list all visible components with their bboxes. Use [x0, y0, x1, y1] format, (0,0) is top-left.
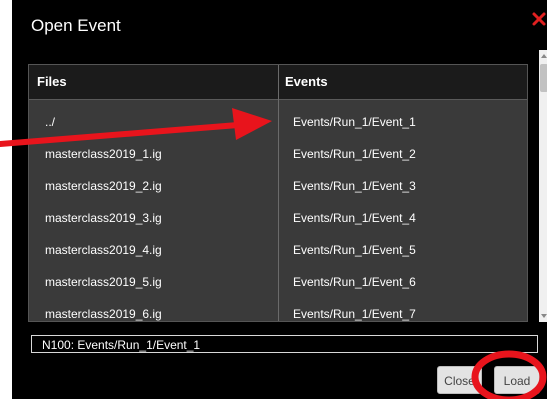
event-cell[interactable]: Events/Run_1/Event_1 — [293, 106, 416, 138]
table-row[interactable]: ../ Events/Run_1/Event_1 — [29, 106, 527, 138]
load-button[interactable]: Load — [494, 366, 540, 394]
file-cell[interactable]: ../ — [45, 106, 55, 138]
table-row[interactable]: masterclass2019_5.ig Events/Run_1/Event_… — [29, 266, 527, 298]
event-cell[interactable]: Events/Run_1/Event_2 — [293, 138, 416, 170]
event-cell[interactable]: Events/Run_1/Event_3 — [293, 170, 416, 202]
scroll-up-arrow-icon[interactable] — [541, 54, 547, 58]
file-cell[interactable]: masterclass2019_2.ig — [45, 170, 162, 202]
table-row[interactable]: masterclass2019_6.ig Events/Run_1/Event_… — [29, 298, 527, 321]
file-cell[interactable]: masterclass2019_3.ig — [45, 202, 162, 234]
dialog-title: Open Event — [31, 16, 121, 35]
file-event-table: Files Events ../ Events/Run_1/Event_1 ma… — [28, 64, 528, 322]
scroll-thumb[interactable] — [540, 64, 547, 92]
selected-event-field[interactable]: N100: Events/Run_1/Event_1 — [31, 335, 538, 353]
file-cell[interactable]: masterclass2019_6.ig — [45, 298, 162, 321]
close-x-icon[interactable] — [531, 6, 547, 32]
table-row[interactable]: masterclass2019_2.ig Events/Run_1/Event_… — [29, 170, 527, 202]
file-cell[interactable]: masterclass2019_5.ig — [45, 266, 162, 298]
event-cell[interactable]: Events/Run_1/Event_5 — [293, 234, 416, 266]
scroll-down-arrow-icon[interactable] — [541, 314, 547, 318]
file-cell[interactable]: masterclass2019_4.ig — [45, 234, 162, 266]
table-row[interactable]: masterclass2019_3.ig Events/Run_1/Event_… — [29, 202, 527, 234]
file-cell[interactable]: masterclass2019_1.ig — [45, 138, 162, 170]
table-row[interactable]: masterclass2019_1.ig Events/Run_1/Event_… — [29, 138, 527, 170]
vertical-scrollbar[interactable] — [539, 50, 547, 322]
table-row[interactable]: masterclass2019_4.ig Events/Run_1/Event_… — [29, 234, 527, 266]
open-event-dialog: Open Event Files Events ../ Events/Run_1… — [12, 0, 547, 399]
event-cell[interactable]: Events/Run_1/Event_7 — [293, 298, 416, 321]
close-button[interactable]: Close — [437, 366, 482, 394]
events-column-header[interactable]: Events — [285, 65, 328, 99]
event-cell[interactable]: Events/Run_1/Event_6 — [293, 266, 416, 298]
files-column-header[interactable]: Files — [37, 65, 67, 99]
event-cell[interactable]: Events/Run_1/Event_4 — [293, 202, 416, 234]
